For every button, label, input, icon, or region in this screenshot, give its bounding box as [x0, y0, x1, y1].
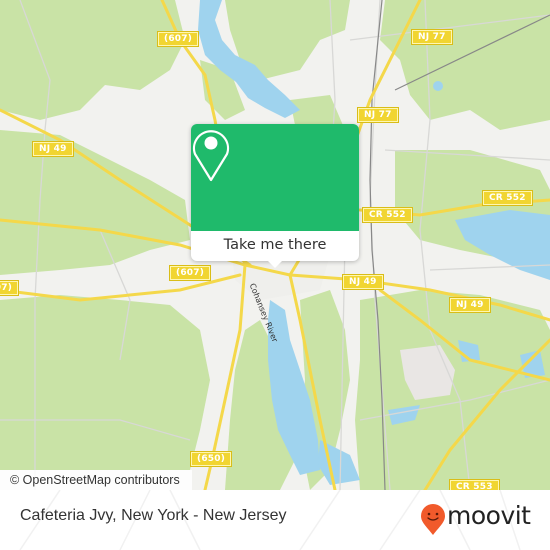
- map-view[interactable]: (607) NJ 77 NJ 77 NJ 49 CR 552 CR 552 (6…: [0, 0, 550, 490]
- moovit-face-icon: [421, 504, 445, 535]
- map-attribution[interactable]: © OpenStreetMap contributors: [0, 470, 192, 490]
- take-me-there-button[interactable]: Take me there: [191, 231, 359, 261]
- road-shield-nj49: NJ 49: [449, 297, 491, 313]
- road-shield-650: (650): [189, 451, 233, 467]
- road-shield-607: (607): [0, 280, 20, 296]
- map-pin-icon: [192, 130, 230, 182]
- brand-name: moovit: [447, 501, 531, 530]
- place-title: Cafeteria Jvy, New York - New Jersey: [20, 507, 287, 524]
- road-shield-cr552: CR 552: [482, 190, 533, 206]
- location-popup: Take me there: [191, 124, 359, 268]
- road-shield-nj77: NJ 77: [411, 29, 453, 45]
- road-shield-cr552: CR 552: [362, 207, 413, 223]
- road-shield-nj49: NJ 49: [32, 141, 74, 157]
- road-shield-607: (607): [168, 265, 212, 281]
- popup-header: [191, 124, 359, 231]
- footer-bar: Cafeteria Jvy, New York - New Jersey moo…: [0, 490, 550, 550]
- road-shield-607: (607): [156, 31, 200, 47]
- popup-pointer: [266, 259, 284, 268]
- road-shield-nj49: NJ 49: [342, 274, 384, 290]
- road-shield-nj77: NJ 77: [357, 107, 399, 123]
- road-shield-cr553: CR 553: [449, 479, 500, 490]
